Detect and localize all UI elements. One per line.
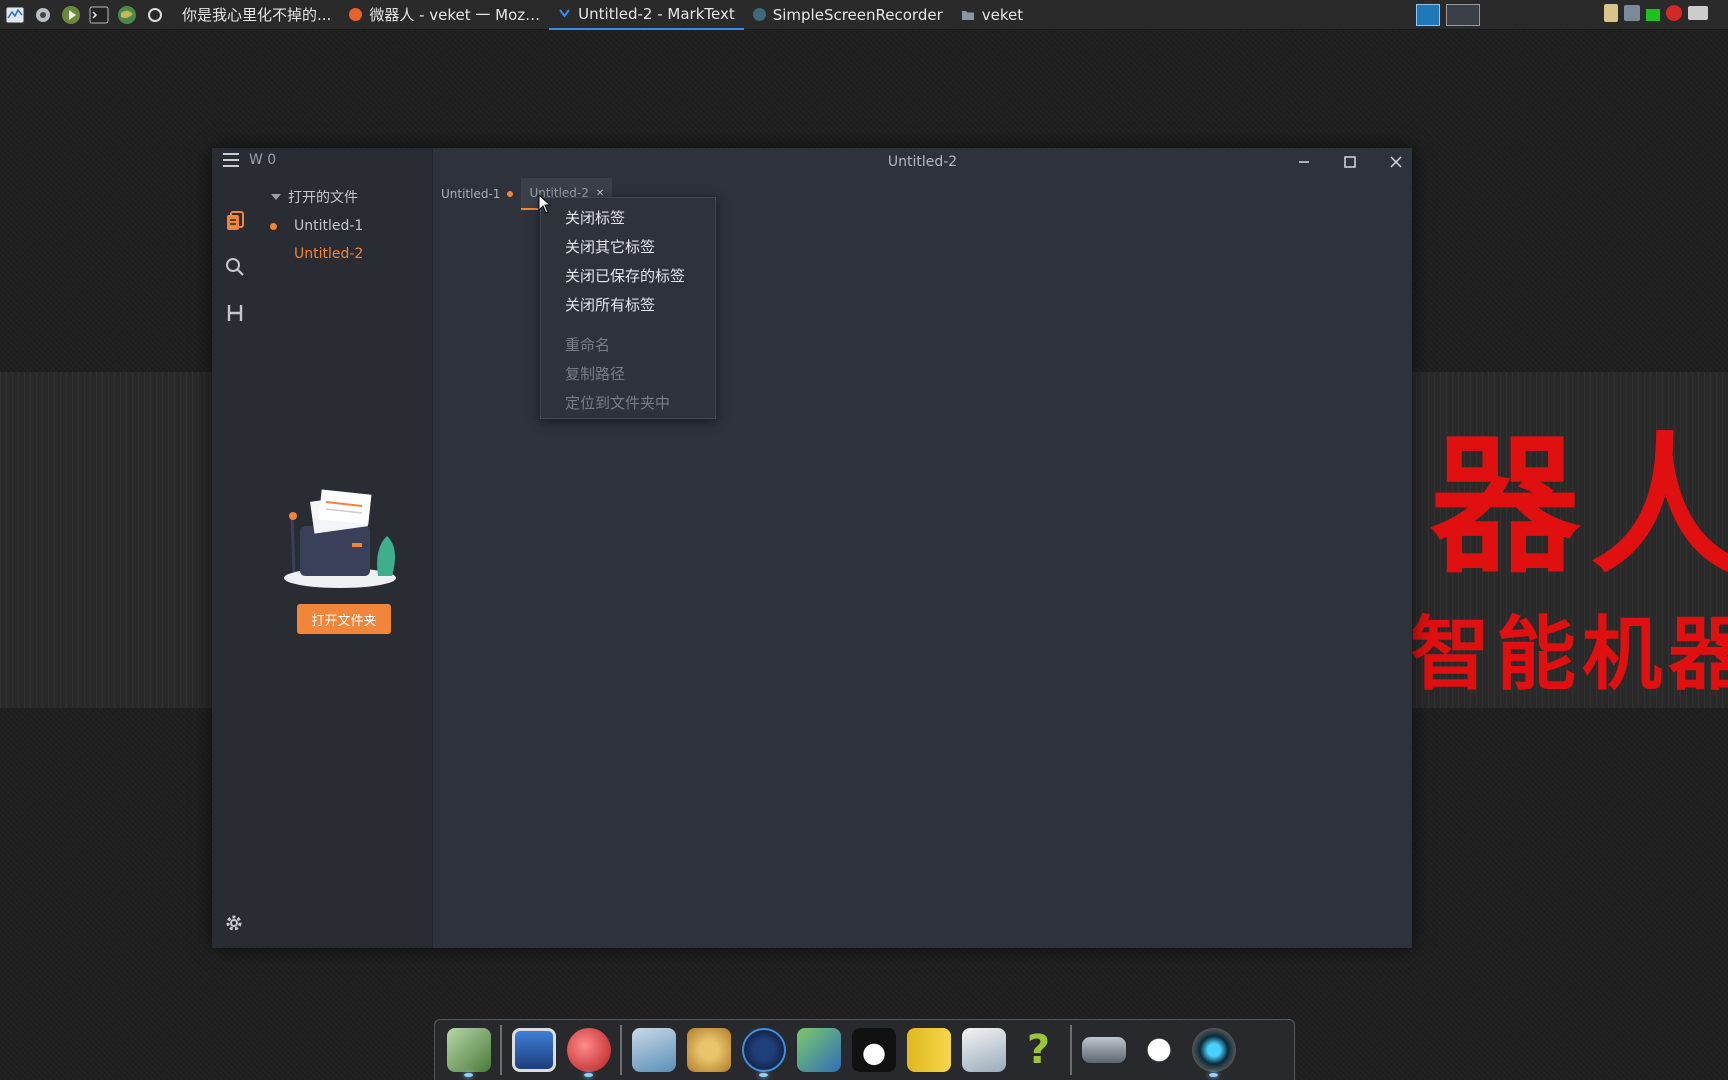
dock-mascot-icon[interactable]: [561, 1024, 616, 1077]
network-icon[interactable]: [1624, 5, 1640, 21]
sidebar-header: W 0: [223, 152, 276, 168]
wallpaper-big-text: 器人: [1430, 420, 1728, 594]
workspace-1-icon[interactable]: [1416, 4, 1440, 26]
unsaved-dot-icon: [507, 191, 514, 197]
unsaved-dot-icon: [270, 222, 277, 230]
menu-separator: [541, 319, 715, 330]
menu-rename: 重命名: [565, 336, 611, 354]
terminal-icon[interactable]: [87, 4, 111, 26]
files-view-icon[interactable]: [212, 198, 258, 244]
taskbar-task-firefox[interactable]: 微器人 - veket 一 Moz…: [340, 0, 549, 30]
tab-untitled-1[interactable]: Untitled-1: [433, 178, 521, 210]
menu-close-tab[interactable]: 关闭标签: [541, 203, 715, 232]
caret-down-icon: [271, 194, 281, 200]
dock-notes-icon[interactable]: [901, 1024, 956, 1076]
dock-chart-icon[interactable]: [956, 1024, 1011, 1076]
toc-heading-icon[interactable]: [212, 290, 258, 336]
dock-text-editor-icon[interactable]: [626, 1024, 681, 1076]
open-file-label: Untitled-2: [294, 246, 364, 262]
maximize-icon: [1344, 156, 1356, 168]
workspace-2-icon[interactable]: [1446, 4, 1480, 26]
screenrecorder-icon: [752, 8, 766, 21]
taskbar-tasks: 你是我心里化不掉的... 微器人 - veket 一 Moz… Untitled…: [173, 0, 1032, 30]
dock-monitor-icon[interactable]: [506, 1024, 561, 1076]
dock-penguin-icon[interactable]: [846, 1024, 901, 1076]
dock-help-icon[interactable]: ?: [1011, 1024, 1066, 1076]
clipboard-icon[interactable]: [1604, 4, 1618, 22]
dock-desktop-app-icon[interactable]: [441, 1024, 496, 1077]
wallpaper-small-text: 智能机器: [1410, 608, 1728, 701]
menu-close-other-tabs[interactable]: 关闭其它标签: [541, 232, 715, 261]
menu-close-saved-tabs[interactable]: 关闭已保存的标签: [541, 261, 715, 290]
open-files-header[interactable]: 打开的文件: [258, 186, 432, 208]
hamburger-menu-icon[interactable]: [223, 153, 239, 167]
sidebar: W 0 打开的文件 Untitled-1 Untitled-2 打开文件夹: [212, 148, 433, 948]
dock-brightness-icon[interactable]: [1131, 1024, 1186, 1076]
taskbar-task-veket[interactable]: veket: [952, 0, 1032, 30]
tab-context-menu: 关闭标签 关闭其它标签 关闭已保存的标签 关闭所有标签 重命名 复制路径 定位到…: [540, 197, 716, 419]
taskbar-task-label: veket: [981, 5, 1024, 24]
taskbar-workspaces: [1416, 4, 1480, 26]
activity-bar: [212, 198, 258, 336]
menu-copy-path: 复制路径: [565, 365, 626, 383]
recording-icon[interactable]: [1666, 5, 1682, 21]
settings-gear-icon[interactable]: [224, 913, 244, 937]
dock-separator: [500, 1025, 502, 1075]
dock-network-icon[interactable]: [791, 1024, 846, 1076]
dock-camera-icon[interactable]: [1186, 1024, 1241, 1077]
system-tray: [1604, 4, 1708, 22]
menu-close-all-tabs[interactable]: 关闭所有标签: [541, 290, 715, 319]
word-count[interactable]: W 0: [249, 152, 276, 168]
settings-tools-icon[interactable]: [31, 4, 55, 26]
taskbar-task-label: Untitled-2 - MarkText: [578, 4, 735, 23]
system-monitor-icon[interactable]: [3, 4, 27, 26]
maximize-button[interactable]: [1338, 152, 1362, 172]
taskbar-task-marktext[interactable]: Untitled-2 - MarkText: [549, 0, 744, 30]
open-file-untitled-1[interactable]: Untitled-1: [258, 212, 432, 240]
dock-paint-icon[interactable]: [681, 1024, 736, 1076]
tab-label: Untitled-1: [441, 187, 501, 201]
dock-separator: [1070, 1025, 1072, 1075]
folder-icon: [961, 10, 974, 20]
dock-separator: [620, 1025, 622, 1075]
open-file-label: Untitled-1: [294, 218, 364, 234]
empty-folder-illustration: [282, 478, 402, 592]
keyboard-icon[interactable]: [1688, 6, 1708, 20]
mouse-cursor-icon: [538, 193, 552, 218]
marktext-icon: [559, 9, 570, 18]
run-icon[interactable]: [59, 4, 83, 26]
minimize-button[interactable]: [1292, 152, 1316, 172]
dock: ?: [434, 1019, 1295, 1080]
record-icon[interactable]: [143, 4, 167, 26]
open-files-tree: 打开的文件 Untitled-1 Untitled-2: [258, 186, 432, 268]
dock-scanner-icon[interactable]: [1076, 1024, 1131, 1076]
marktext-window: W 0 打开的文件 Untitled-1 Untitled-2 打开文件夹 Un…: [212, 148, 1412, 948]
menu-show-in-folder: 定位到文件夹中: [565, 394, 671, 412]
close-icon: [1390, 156, 1402, 168]
taskbar: 你是我心里化不掉的... 微器人 - veket 一 Moz… Untitled…: [0, 0, 1728, 30]
battery-icon[interactable]: [1646, 9, 1660, 21]
taskbar-task-song[interactable]: 你是我心里化不掉的...: [173, 0, 340, 30]
open-file-untitled-2[interactable]: Untitled-2: [258, 240, 432, 268]
taskbar-task-screenrecorder[interactable]: SimpleScreenRecorder: [744, 0, 952, 30]
search-icon[interactable]: [212, 244, 258, 290]
firefox-icon: [349, 8, 363, 21]
browser-icon[interactable]: [115, 4, 139, 26]
taskbar-task-label: SimpleScreenRecorder: [772, 5, 943, 24]
taskbar-task-label: 你是我心里化不掉的...: [182, 6, 332, 24]
taskbar-launchers: [0, 4, 167, 26]
close-button[interactable]: [1384, 152, 1408, 172]
minimize-icon: [1299, 161, 1309, 163]
open-files-header-label: 打开的文件: [288, 190, 358, 206]
taskbar-task-label: 微器人 - veket 一 Moz…: [369, 6, 541, 24]
dock-media-player-icon[interactable]: [736, 1024, 791, 1077]
open-folder-button[interactable]: 打开文件夹: [297, 604, 391, 634]
window-title: Untitled-2: [887, 154, 958, 170]
